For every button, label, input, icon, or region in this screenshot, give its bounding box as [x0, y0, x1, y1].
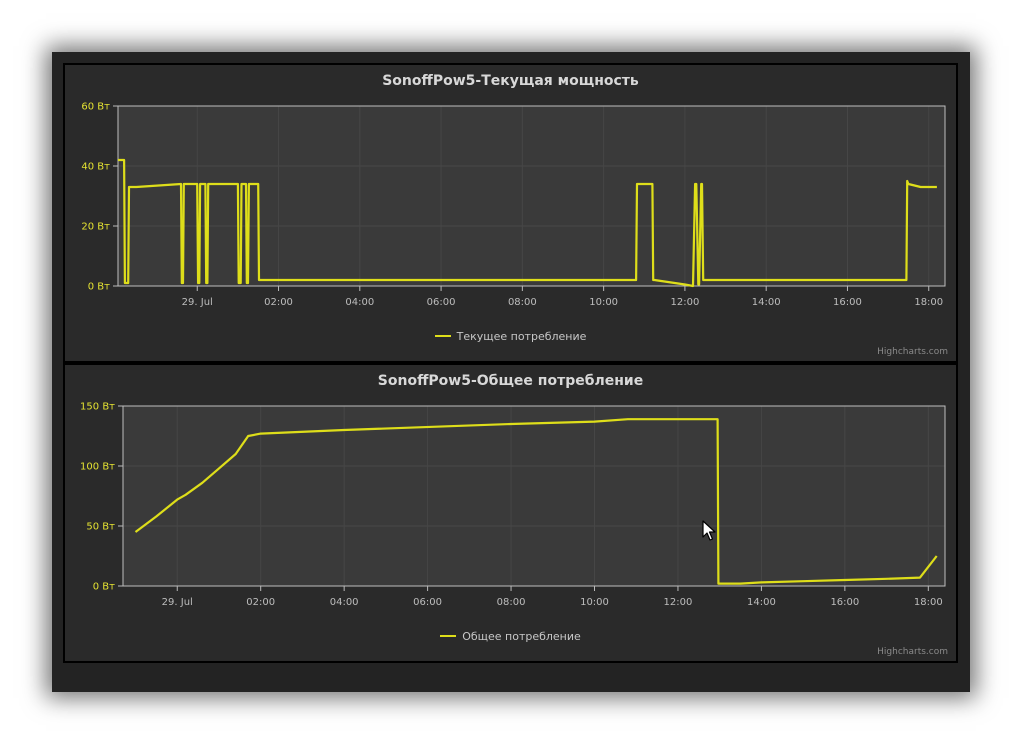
- x-tick-label: 16:00: [833, 297, 862, 308]
- y-tick-label: 150 Вт: [80, 402, 115, 413]
- x-tick-label: 04:00: [330, 597, 359, 608]
- legend-swatch: [440, 635, 457, 637]
- x-tick-label: 06:00: [413, 597, 442, 608]
- y-tick-label: 0 Вт: [93, 582, 115, 593]
- x-tick-label: 04:00: [345, 297, 374, 308]
- x-tick-label: 08:00: [508, 297, 537, 308]
- x-tick-label: 29. Jul: [182, 297, 213, 308]
- credits-link[interactable]: Highcharts.com: [877, 647, 948, 657]
- x-tick-label: 08:00: [497, 597, 526, 608]
- x-tick-label: 18:00: [914, 597, 943, 608]
- chart-title: SonoffPow5-Текущая мощность: [382, 73, 639, 89]
- x-tick-label: 02:00: [264, 297, 293, 308]
- x-tick-label: 29. Jul: [162, 597, 193, 608]
- power-chart: 0 Вт 20 Вт 40 Вт 60 Вт 29. Jul 02:00 04:00 06:0…: [81, 102, 946, 308]
- power-chart-panel: 0 Вт 20 Вт 40 Вт 60 Вт 29. Jul 02:00 04:00 06:0…: [63, 63, 958, 363]
- x-tick-label: 02:00: [246, 597, 275, 608]
- x-tick-label: 12:00: [664, 597, 693, 608]
- plot-area: [123, 406, 945, 586]
- x-tick-label: 06:00: [427, 297, 456, 308]
- legend-swatch: [434, 335, 451, 337]
- energy-chart-panel: 0 Вт 50 Вт 100 Вт 150 Вт 29. Jul 02:00 04:00 06…: [63, 363, 958, 663]
- energy-chart: 0 Вт 50 Вт 100 Вт 150 Вт 29. Jul 02:00 04:00 06…: [80, 402, 946, 608]
- chart-legend[interactable]: Общее потребление: [65, 630, 956, 643]
- x-tick-label: 10:00: [589, 297, 618, 308]
- y-tick-label: 20 Вт: [81, 222, 110, 233]
- credits-link[interactable]: Highcharts.com: [877, 347, 948, 357]
- x-tick-label: 14:00: [752, 297, 781, 308]
- chart-title: SonoffPow5-Общее потребление: [377, 373, 644, 389]
- x-tick-label: 10:00: [580, 597, 609, 608]
- y-tick-label: 50 Вт: [86, 522, 115, 533]
- x-tick-label: 16:00: [830, 597, 859, 608]
- legend-label: Общее потребление: [462, 630, 581, 643]
- dashboard-window: 0 Вт 20 Вт 40 Вт 60 Вт 29. Jul 02:00 04:00 06:0…: [52, 52, 970, 692]
- y-tick-label: 40 Вт: [81, 162, 110, 173]
- legend-label: Текущее потребление: [456, 330, 587, 343]
- mouse-pointer-icon: [702, 520, 716, 541]
- y-tick-label: 100 Вт: [80, 462, 115, 473]
- y-tick-label: 0 Вт: [88, 282, 110, 293]
- x-tick-label: 14:00: [747, 597, 776, 608]
- y-tick-label: 60 Вт: [81, 102, 110, 113]
- x-tick-label: 18:00: [914, 297, 943, 308]
- chart-legend[interactable]: Текущее потребление: [65, 330, 956, 343]
- x-tick-label: 12:00: [670, 297, 699, 308]
